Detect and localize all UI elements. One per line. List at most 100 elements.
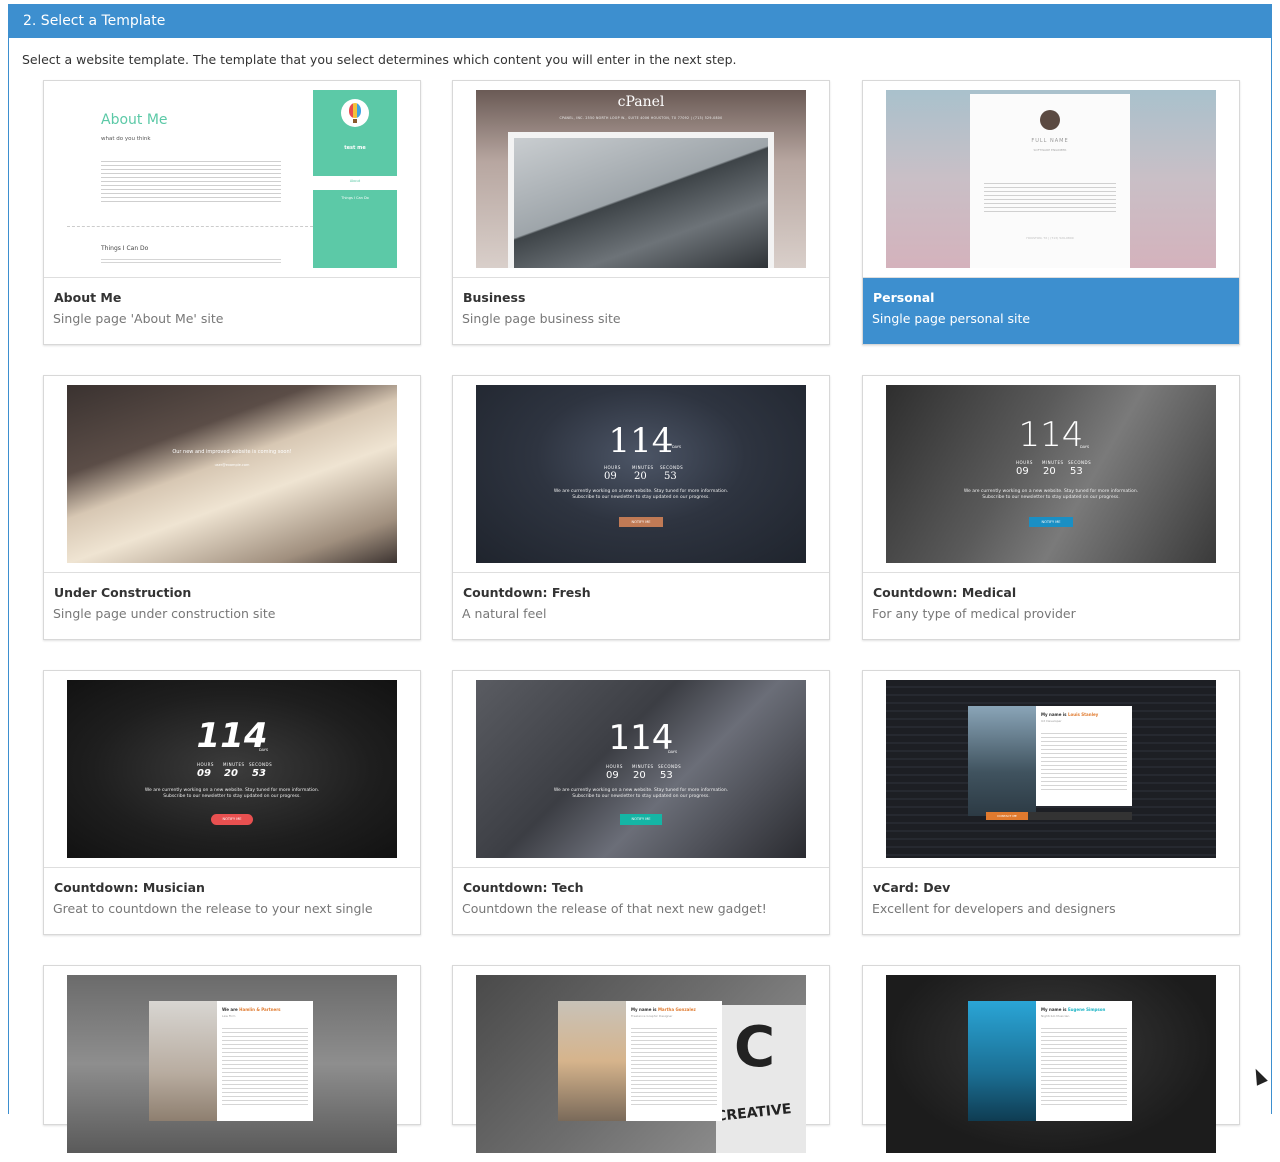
- seconds-label: SECONDS: [1068, 460, 1092, 465]
- social-bar: [1028, 812, 1132, 820]
- vcard-panel: My name is Louis Stanley UX Developer: [1036, 706, 1132, 806]
- panel-title: 2. Select a Template: [9, 5, 1271, 38]
- contact-button: CONTACT ME: [986, 812, 1028, 820]
- countdown-days: 114: [608, 421, 674, 461]
- thumb-name: FULL NAME: [1031, 138, 1069, 144]
- countdown-days-label: DAYS: [668, 750, 678, 754]
- lorem-lines: [101, 257, 281, 263]
- countdown-message: We are currently working on a new websit…: [144, 788, 320, 799]
- template-desc: Single page under construction site: [53, 606, 276, 621]
- building-frame: [508, 132, 774, 268]
- profile-photo: [968, 1001, 1036, 1121]
- countdown-days-label: DAYS: [672, 445, 682, 449]
- template-desc: Great to countdown the release to your n…: [53, 901, 373, 916]
- hours-label: HOURS: [604, 465, 621, 470]
- countdown-days: 114: [196, 716, 268, 756]
- vcard-role: Nightclub Musician: [1041, 1014, 1070, 1018]
- template-card-vcard-musician[interactable]: My name is Eugene Simpson Nightclub Musi…: [862, 965, 1240, 1153]
- seconds-label: SECONDS: [660, 465, 684, 470]
- template-desc: For any type of medical provider: [872, 606, 1076, 621]
- thumb-side-link: About: [313, 176, 397, 186]
- thumbnail-business: cPanel CPANEL, INC. 2550 NORTH LOOP W., …: [476, 90, 806, 268]
- template-card-vcard-law[interactable]: We are Hamlin & Partners Law Firm: [43, 965, 421, 1153]
- minutes-label: MINUTES: [632, 764, 654, 769]
- template-card-countdown-tech[interactable]: 114 DAYS HOURS MINUTES SECONDS 09 20 53 …: [452, 670, 830, 935]
- countdown-seconds: 53: [664, 471, 677, 482]
- thumb-section: Things I Can Do: [101, 245, 149, 252]
- hours-label: HOURS: [197, 762, 214, 767]
- minutes-label: MINUTES: [1042, 460, 1064, 465]
- countdown-minutes: 20: [224, 768, 238, 779]
- thumbnail-countdown-tech: 114 DAYS HOURS MINUTES SECONDS 09 20 53 …: [476, 680, 806, 858]
- intro-text: Select a website template. The template …: [22, 52, 737, 67]
- template-desc: A natural feel: [462, 606, 547, 621]
- template-desc: Countdown the release of that next new g…: [462, 901, 767, 916]
- countdown-seconds: 53: [660, 770, 673, 781]
- thumb-subheading: what do you think: [101, 136, 151, 142]
- countdown-minutes: 20: [1043, 466, 1056, 477]
- template-title: Countdown: Medical: [873, 585, 1017, 600]
- sidebar-card: test me: [313, 90, 397, 182]
- template-title: Countdown: Fresh: [463, 585, 591, 600]
- template-desc: Single page business site: [462, 311, 621, 326]
- template-card-about-me[interactable]: About Me what do you think Things I Can …: [43, 80, 421, 345]
- vcard-greeting: My name is: [1041, 712, 1068, 717]
- template-title: Countdown: Musician: [54, 880, 205, 895]
- poster: C CREATIVE: [715, 1005, 806, 1153]
- vcard-greeting: My name is: [1041, 1007, 1068, 1012]
- template-card-business[interactable]: cPanel CPANEL, INC. 2550 NORTH LOOP W., …: [452, 80, 830, 345]
- template-card-personal[interactable]: FULL NAME SOFTWARE ENGINEER HOUSTON, TX …: [862, 80, 1240, 345]
- thumb-side-name: test me: [344, 145, 366, 151]
- vcard-panel: My name is Eugene Simpson Nightclub Musi…: [1036, 1001, 1132, 1121]
- countdown-days: 114: [608, 718, 674, 758]
- template-card-countdown-fresh[interactable]: 114 DAYS HOURS MINUTES SECONDS 09 20 53 …: [452, 375, 830, 640]
- countdown-minutes: 20: [634, 471, 647, 482]
- thumb-brand: cPanel: [617, 94, 665, 110]
- balloon-icon: [341, 99, 369, 127]
- countdown-message: We are currently working on a new websit…: [553, 489, 729, 500]
- vcard-name: Eugene Simpson: [1067, 1007, 1106, 1012]
- vcard-role: Law Firm: [222, 1014, 236, 1018]
- divider: [67, 226, 313, 227]
- template-title: Personal: [873, 290, 935, 305]
- template-card-vcard-dev[interactable]: My name is Louis Stanley UX Developer CO…: [862, 670, 1240, 935]
- vcard-role: UX Developer: [1041, 719, 1062, 723]
- thumbnail-personal: FULL NAME SOFTWARE ENGINEER HOUSTON, TX …: [886, 90, 1216, 268]
- minutes-label: MINUTES: [632, 465, 654, 470]
- thumb-email: user@example.com: [214, 463, 250, 467]
- profile-photo: [558, 1001, 626, 1121]
- template-title: Business: [463, 290, 526, 305]
- lorem-lines: [1041, 1025, 1127, 1105]
- thumbnail-vcard-dev: My name is Louis Stanley UX Developer CO…: [886, 680, 1216, 858]
- template-card-countdown-medical[interactable]: 114 DAYS HOURS MINUTES SECONDS 09 20 53 …: [862, 375, 1240, 640]
- vcard-role: Freelance Graphic Designer: [631, 1014, 673, 1018]
- thumbnail-vcard-designer: C CREATIVE My name is Martha Gonzalez Fr…: [476, 975, 806, 1153]
- countdown-hours: 09: [1016, 466, 1029, 477]
- seconds-label: SECONDS: [658, 764, 682, 769]
- template-title: Countdown: Tech: [463, 880, 584, 895]
- countdown-hours: 09: [606, 770, 619, 781]
- hours-label: HOURS: [1016, 460, 1033, 465]
- template-title: Under Construction: [54, 585, 192, 600]
- thumb-address: CPANEL, INC. 2550 NORTH LOOP W., SUITE 4…: [559, 116, 723, 120]
- template-card-vcard-designer[interactable]: C CREATIVE My name is Martha Gonzalez Fr…: [452, 965, 830, 1153]
- countdown-days-label: DAYS: [259, 748, 269, 752]
- countdown-hours: 09: [604, 471, 617, 482]
- profile-photo: [968, 706, 1036, 816]
- sidebar-box: Things I Can Do: [313, 190, 397, 268]
- template-card-under-construction[interactable]: Our new and improved website is coming s…: [43, 375, 421, 640]
- template-card-countdown-musician[interactable]: 114 DAYS HOURS MINUTES SECONDS 09 20 53 …: [43, 670, 421, 935]
- notify-button: NOTIFY ME: [620, 814, 662, 825]
- thumbnail-countdown-fresh: 114 DAYS HOURS MINUTES SECONDS 09 20 53 …: [476, 385, 806, 563]
- thumbnail-vcard-musician: My name is Eugene Simpson Nightclub Musi…: [886, 975, 1216, 1153]
- countdown-seconds: 53: [252, 768, 266, 779]
- thumbnail-under-construction: Our new and improved website is coming s…: [67, 385, 397, 563]
- notify-button: NOTIFY ME: [211, 814, 253, 825]
- lorem-lines: [222, 1025, 308, 1105]
- countdown-days-label: DAYS: [1080, 445, 1090, 449]
- vcard-name: Louis Stanley: [1067, 712, 1099, 717]
- poster-word: CREATIVE: [715, 1101, 793, 1125]
- hours-label: HOURS: [606, 764, 623, 769]
- countdown-days: 114: [1018, 415, 1084, 455]
- thumb-location: HOUSTON, TX | (713) 529-0800: [1026, 236, 1074, 240]
